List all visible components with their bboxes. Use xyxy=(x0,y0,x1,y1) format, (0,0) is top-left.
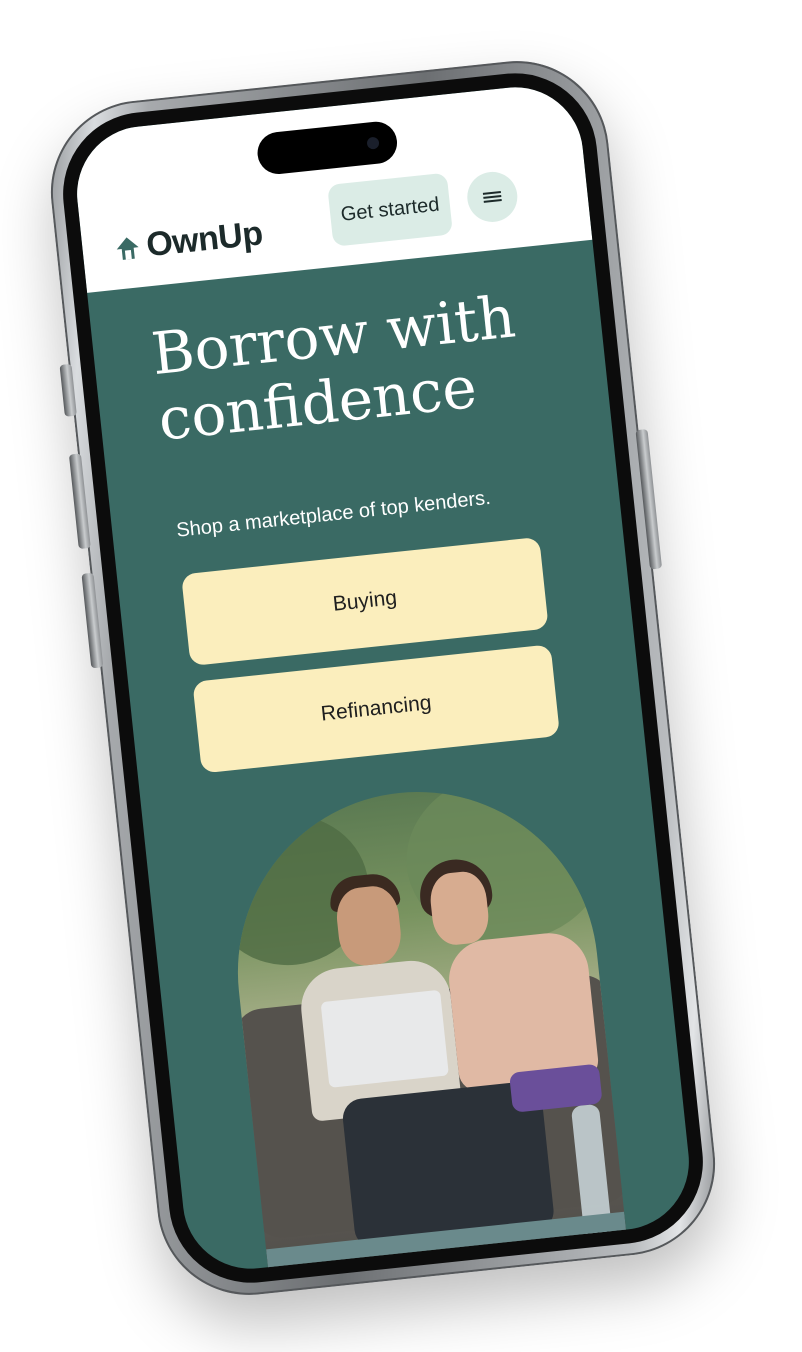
house-arrow-icon xyxy=(116,236,139,260)
laptop-image xyxy=(320,989,449,1088)
hero-photo xyxy=(220,774,629,1276)
hero-subtitle: Shop a marketplace of top kenders. xyxy=(175,486,492,542)
brand-name: OwnUp xyxy=(144,214,265,265)
brand-logo[interactable]: OwnUp xyxy=(113,214,265,268)
hamburger-menu-icon xyxy=(482,189,502,205)
buying-button[interactable]: Buying xyxy=(181,536,549,667)
camera-icon xyxy=(366,136,380,150)
hero-title: Borrow with confidence xyxy=(148,282,519,454)
dynamic-island xyxy=(255,119,400,177)
stage: OwnUp Get started Borrow with confidence… xyxy=(0,0,802,1352)
get-started-button[interactable]: Get started xyxy=(327,172,453,247)
refinancing-button[interactable]: Refinancing xyxy=(192,644,561,774)
phone-mockup: OwnUp Get started Borrow with confidence… xyxy=(41,52,725,1304)
menu-button[interactable] xyxy=(464,169,520,225)
